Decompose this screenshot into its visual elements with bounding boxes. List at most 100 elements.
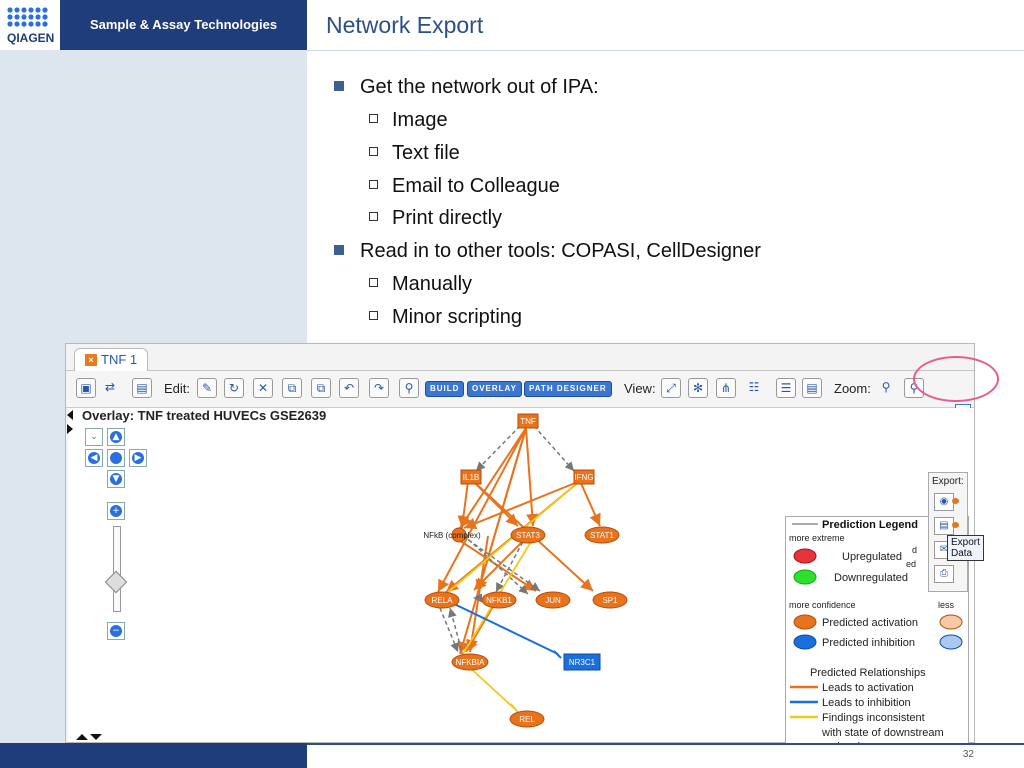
highlight-ring [913,356,999,402]
activation-swatch [793,614,817,630]
network-graph[interactable]: TNF IL1B IFNG NFkB (complex) STAT3 STAT1… [68,408,788,742]
tab-tnf-1[interactable]: × TNF 1 [74,348,149,371]
legend-more-extreme: more extreme [789,533,845,543]
export-image-arrow-icon [952,498,959,504]
node-ifng[interactable]: IFNG [573,469,595,485]
compare-icon[interactable]: ☷ [744,378,764,398]
legend-partial-d: d [912,545,917,555]
svg-text:JUN: JUN [545,596,561,605]
upregulated-swatch [793,548,817,564]
sub-bullet: Minor scripting [369,306,522,329]
hollow-square-bullet-icon [369,180,378,190]
node-tnf[interactable]: TNF [517,413,539,429]
my-pathway-icon[interactable]: ▤ [132,378,152,398]
undo-icon[interactable]: ↶ [339,378,359,398]
zoom-label: Zoom: [834,381,871,396]
legend-less-2: less [938,600,955,610]
svg-text:NFkB (complex): NFkB (complex) [423,531,481,540]
sub-bullet-text: Manually [392,273,473,295]
svg-text:NFKBIA: NFKBIA [456,658,486,667]
notes-icon[interactable]: ▤ [802,378,822,398]
node-stat1[interactable]: STAT1 [584,526,620,544]
redo-icon[interactable]: ↷ [369,378,389,398]
node-rel[interactable]: REL [509,710,545,728]
sub-bullet: Text file [369,142,460,165]
node-jun[interactable]: JUN [535,591,571,609]
legend-more-confidence: more confidence [789,600,856,610]
add-to-list-icon[interactable]: ⇄ [100,378,120,398]
copy-icon[interactable]: ⧉ [282,378,302,398]
svg-text:SP1: SP1 [602,596,618,605]
node-il1b[interactable]: IL1B [460,469,482,485]
view-label: View: [624,381,656,396]
hollow-square-bullet-icon [369,278,378,288]
fit-view-icon[interactable]: ⤢ [661,378,681,398]
sub-bullet-text: Email to Colleague [392,175,560,197]
delete-icon[interactable]: ✕ [253,378,273,398]
downregulated-swatch [793,569,817,585]
sub-bullet-text: Text file [392,142,460,164]
brand-bar: Sample & Assay Technologies [60,0,307,50]
export-data-tooltip: Export Data [947,535,984,561]
overlay-button[interactable]: OVERLAY [467,381,522,397]
legend-rel-inconsistent-2: with state of downstream [821,727,944,739]
svg-text:NR3C1: NR3C1 [569,658,596,667]
hollow-square-bullet-icon [369,147,378,157]
export-image-icon[interactable]: ◉ [934,493,954,511]
node-nfkbia[interactable]: NFKBIA [451,653,489,671]
legend-relationships-title: Predicted Relationships [810,667,926,679]
layout-hierarchy-icon[interactable]: ⋔ [716,378,736,398]
svg-text:RELA: RELA [432,596,454,605]
footer-divider [307,743,1024,745]
node-sp1[interactable]: SP1 [592,591,628,609]
export-label: Export: [932,476,964,487]
svg-text:REL: REL [519,715,535,724]
pathway-icon: × [85,353,97,366]
tab-row: × TNF 1 [66,344,974,371]
legend-upregulated: Upregulated [842,551,902,563]
qiagen-logo: QIAGEN [0,0,60,50]
sub-bullet-text: Minor scripting [392,306,523,328]
header-divider [307,50,1024,51]
legend-rel-inconsistent-1: Findings inconsistent [822,712,925,724]
build-button[interactable]: BUILD [425,381,465,397]
square-bullet-icon [334,244,344,255]
refresh-icon[interactable]: ↻ [224,378,244,398]
save-icon[interactable]: ▣ [76,378,96,398]
node-nr3c1[interactable]: NR3C1 [563,653,601,671]
search-icon[interactable]: ⚲ [399,378,419,398]
bullet-2-text: Read in to other tools: COPASI, CellDesi… [360,240,761,262]
path-designer-button[interactable]: PATH DESIGNER [524,381,612,397]
activation-light-swatch [939,614,963,630]
paste-icon[interactable]: ⧉ [311,378,331,398]
sub-bullet-text: Print directly [392,207,503,229]
zoom-out-icon[interactable]: ⚲ [876,378,896,398]
node-nfkb-complex[interactable]: NFkB (complex) [423,527,481,543]
edit-pencil-icon[interactable]: ✎ [197,378,217,398]
edit-label: Edit: [164,381,191,396]
layout-radial-icon[interactable]: ✻ [688,378,708,398]
ipa-window: × TNF 1 ▣ ⇄ ▤ Edit: ✎ ↻ ✕ ⧉ ⧉ ↶ ↷ ⚲ BUILD… [65,343,984,760]
legend-partial-ed: ed [906,559,916,569]
svg-text:IFNG: IFNG [574,473,593,482]
node-nfkb1[interactable]: NFKB1 [481,591,517,609]
list-view-icon[interactable]: ☰ [776,378,796,398]
print-icon[interactable]: ⎙ [934,565,954,583]
page-number: 32 [962,749,974,760]
node-stat3[interactable]: STAT3 [510,526,546,544]
bullet-2: Read in to other tools: COPASI, CellDesi… [334,240,761,263]
logo-wordmark: QIAGEN [7,31,54,45]
node-rela[interactable]: RELA [424,591,460,609]
sub-bullet-text: Image [392,109,448,131]
square-bullet-icon [334,80,344,91]
sub-bullet: Email to Colleague [369,175,560,198]
export-data-icon[interactable]: ▤ [934,517,954,535]
legend-predicted-inhibition: Predicted inhibition [822,637,915,649]
bullet-1: Get the network out of IPA: [334,76,599,99]
export-data-arrow-icon [952,522,959,528]
network-canvas[interactable]: Overlay: TNF treated HUVECs GSE2639 ⌄ ▲ … [67,408,984,760]
footer-left-bar [0,743,307,768]
bottom-collapse-arrows[interactable] [76,732,106,742]
svg-text:STAT3: STAT3 [516,531,540,540]
export-panel: Export: ◉ ▤ ✉ ⎙ [928,472,968,592]
